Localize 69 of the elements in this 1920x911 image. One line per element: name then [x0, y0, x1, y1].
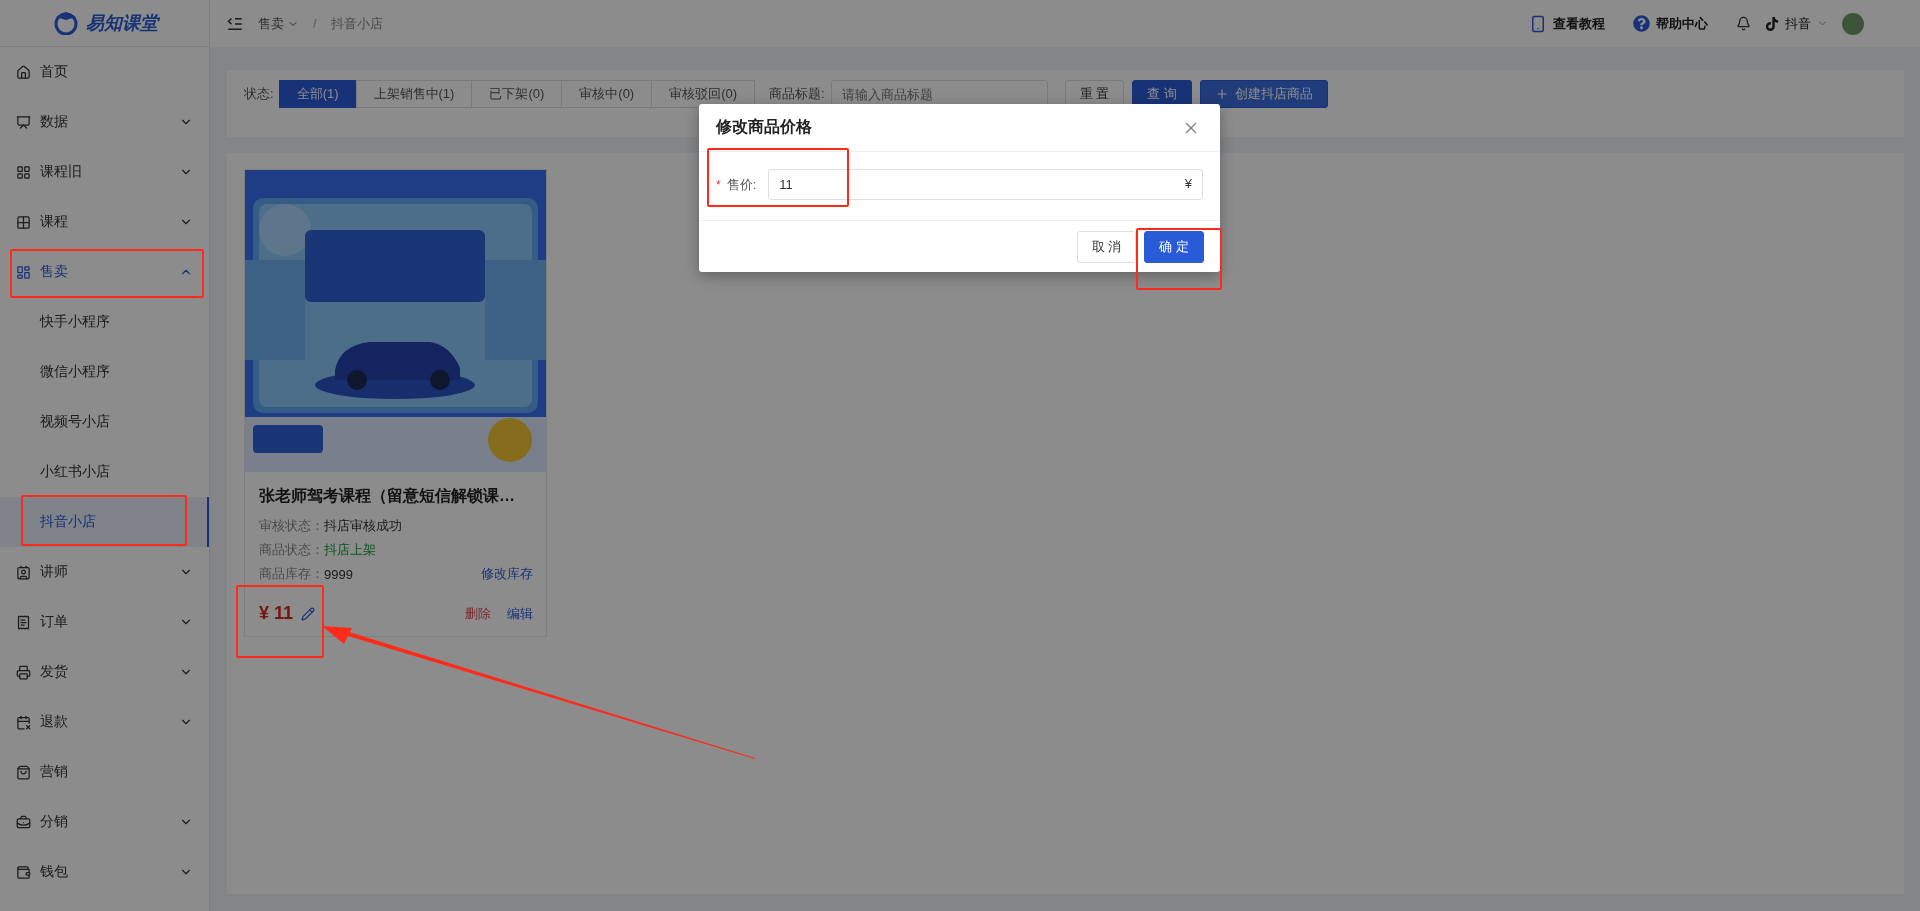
id-card-icon: [16, 564, 31, 580]
grid-plus-icon: [16, 264, 31, 280]
field-value: 抖店上架: [324, 541, 376, 559]
pencil-icon[interactable]: [301, 606, 316, 621]
breadcrumb-current: 抖音小店: [330, 14, 383, 33]
sidebar-item[interactable]: 课程旧: [0, 147, 209, 197]
field-value: 抖店审核成功: [324, 517, 402, 535]
wallet-icon: [16, 864, 31, 880]
sidebar-item[interactable]: 订单: [0, 597, 209, 647]
note-icon: [1765, 16, 1779, 31]
status-tab[interactable]: 审核驳回(0): [651, 80, 756, 108]
sidebar-subitem[interactable]: 小红书小店: [0, 447, 209, 497]
briefcase-icon: [16, 814, 31, 830]
sidebar-subitem[interactable]: 快手小程序: [0, 297, 209, 347]
title-label: 商品标题:: [769, 85, 825, 103]
tutorial-link[interactable]: 查看教程: [1529, 14, 1605, 33]
sidebar-item[interactable]: 售卖: [0, 247, 209, 297]
phone-icon: [1529, 14, 1547, 33]
sidebar-subitem[interactable]: 视频号小店: [0, 397, 209, 447]
edit-link[interactable]: 编辑: [507, 604, 533, 623]
bell-icon[interactable]: [1736, 16, 1751, 31]
edit-stock-link[interactable]: 修改库存: [481, 565, 533, 583]
sidebar-item[interactable]: 分销: [0, 797, 209, 847]
help-link[interactable]: 帮助中心: [1633, 14, 1708, 33]
field-label: 商品库存：: [259, 565, 324, 583]
create-button[interactable]: 创建抖店商品: [1199, 80, 1328, 108]
status-label: 状态:: [244, 85, 274, 103]
presentation-icon: [16, 114, 31, 130]
cancel-button[interactable]: 取 消: [1076, 230, 1137, 263]
breadcrumb-link[interactable]: 售卖: [258, 14, 299, 33]
sidebar-item[interactable]: 营销: [0, 747, 209, 797]
currency-suffix: ¥: [1184, 176, 1192, 191]
breadcrumb-separator: /: [313, 16, 317, 31]
house-icon: [16, 64, 31, 80]
sidebar-item[interactable]: 数据: [0, 97, 209, 147]
field-label: 商品状态：: [259, 541, 324, 559]
delete-link[interactable]: 删除: [465, 604, 491, 623]
field-label: 审核状态：: [259, 517, 324, 535]
sidebar-item[interactable]: 课程: [0, 197, 209, 247]
grid-icon: [16, 214, 31, 230]
help-icon: [1633, 15, 1650, 32]
logo-text: 易知课堂: [85, 12, 158, 35]
grid-icon: [16, 164, 31, 180]
status-tab[interactable]: 已下架(0): [471, 80, 563, 108]
confirm-button[interactable]: 确 定: [1144, 230, 1204, 263]
sidebar-item[interactable]: 讲师: [0, 547, 209, 597]
printer-icon: [16, 664, 31, 680]
avatar[interactable]: [1842, 12, 1864, 35]
status-tab[interactable]: 全部(1): [278, 80, 357, 108]
sidebar-item[interactable]: 首页: [0, 47, 209, 97]
bag-icon: [16, 764, 31, 780]
required-mark: *: [716, 177, 721, 192]
sidebar-subitem[interactable]: 微信小程序: [0, 347, 209, 397]
sidebar-item[interactable]: 发货: [0, 647, 209, 697]
sidebar-item[interactable]: 退款: [0, 697, 209, 747]
product-price: ¥ 11: [259, 603, 294, 624]
receipt-icon: [16, 614, 31, 630]
field-value: 9999: [324, 566, 353, 582]
calendar-icon: [16, 714, 31, 730]
price-label: 售价:: [726, 175, 757, 194]
plus-icon: [1214, 87, 1229, 101]
status-tab[interactable]: 审核中(0): [561, 80, 653, 108]
sidebar-item[interactable]: 钱包: [0, 847, 209, 897]
product-title: 张老师驾考课程（留意短信解锁课…: [259, 486, 516, 506]
dialog-title: 修改商品价格: [716, 117, 812, 137]
sidebar-subitem[interactable]: 抖音小店: [0, 497, 209, 547]
logo[interactable]: 易知课堂: [0, 0, 209, 47]
platform-dropdown[interactable]: 抖音: [1765, 14, 1828, 33]
status-tab[interactable]: 上架销售中(1): [355, 80, 473, 108]
